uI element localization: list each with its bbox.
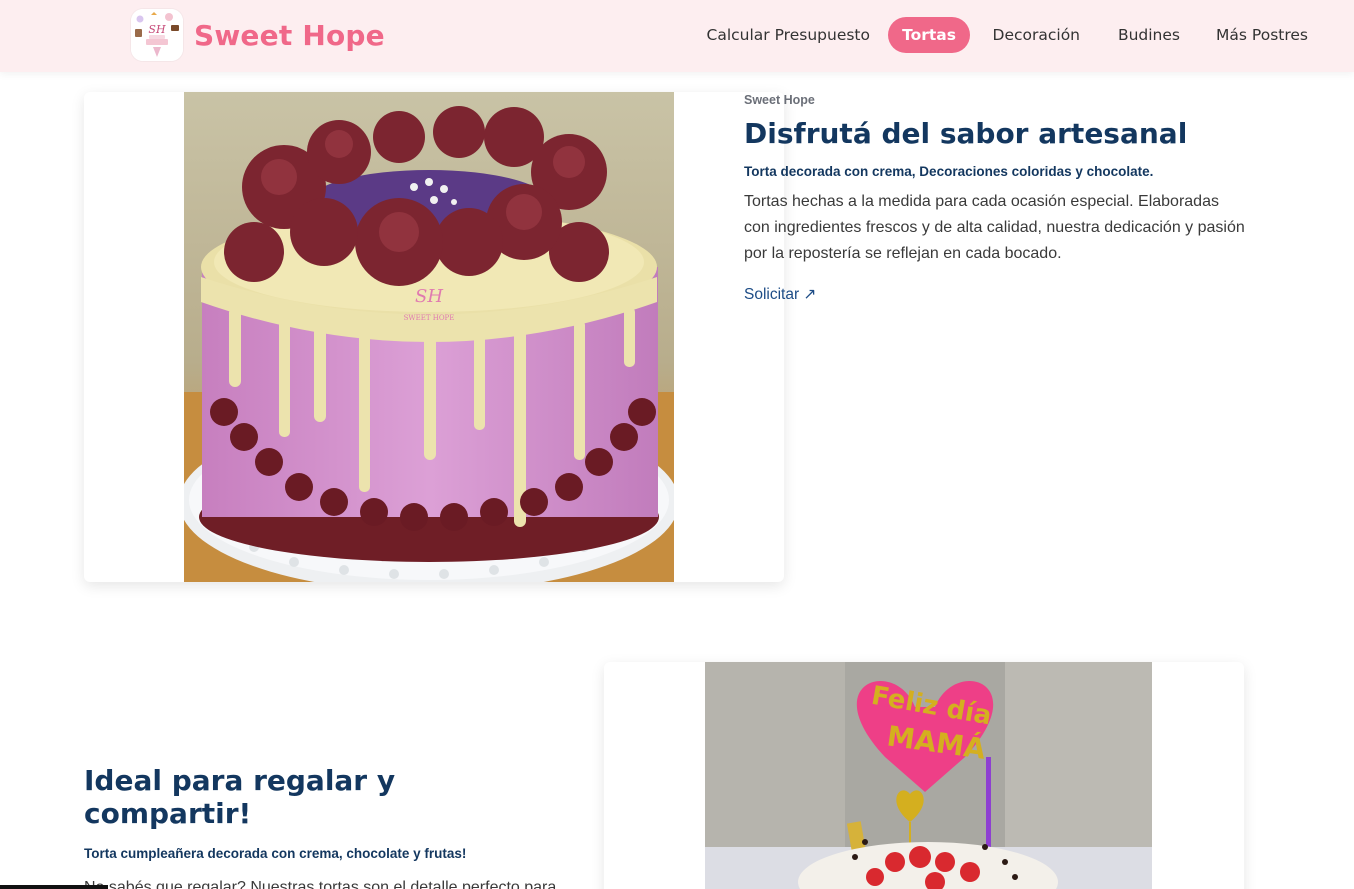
- logo-initials: SH: [148, 23, 166, 36]
- brand[interactable]: SH Sweet Hope: [131, 9, 385, 61]
- brand-name[interactable]: Sweet Hope: [194, 19, 385, 52]
- birthday-cake-image: Feliz día MAMÁ: [705, 662, 1152, 889]
- top-navbar: SH Sweet Hope Calcular Presupuesto Torta…: [0, 0, 1354, 72]
- section-1-subtitle: Torta decorada con crema, Decoraciones c…: [744, 164, 1154, 179]
- section-1-text: Sweet Hope Disfrutá del sabor artesanal …: [744, 93, 1264, 304]
- nav-budines[interactable]: Budines: [1118, 17, 1180, 53]
- nav-decoracion[interactable]: Decoración: [993, 17, 1080, 53]
- section-2-body: No sabés que regalar? Nuestras tortas so…: [84, 879, 557, 889]
- nav-mas-postres[interactable]: Más Postres: [1216, 17, 1308, 53]
- solicitar-link[interactable]: Solicitar ↗: [744, 285, 816, 304]
- eyebrow-label: Sweet Hope: [744, 93, 815, 107]
- scroll-indicator: [0, 885, 108, 889]
- drip-cake-image: SH SWEET HOPE: [184, 92, 674, 582]
- section-2-title: Ideal para regalar y compartir!: [84, 764, 396, 830]
- section-2-text: Ideal para regalar y compartir! Torta cu…: [84, 764, 564, 889]
- nav-calcular-presupuesto[interactable]: Calcular Presupuesto: [707, 17, 870, 53]
- cake-card-2: Feliz día MAMÁ: [604, 662, 1244, 889]
- watermark-text: SWEET HOPE: [404, 314, 455, 322]
- watermark-initials: SH: [415, 286, 443, 307]
- section-1-body: Tortas hechas a la medida para cada ocas…: [744, 193, 1245, 262]
- cake-card-1: SH SWEET HOPE: [84, 92, 784, 582]
- section-2-subtitle: Torta cumpleañera decorada con crema, ch…: [84, 846, 467, 861]
- cake-logo-icon: SH: [131, 9, 183, 61]
- section-1-title: Disfrutá del sabor artesanal: [744, 117, 1188, 150]
- nav-tortas[interactable]: Tortas: [888, 17, 970, 53]
